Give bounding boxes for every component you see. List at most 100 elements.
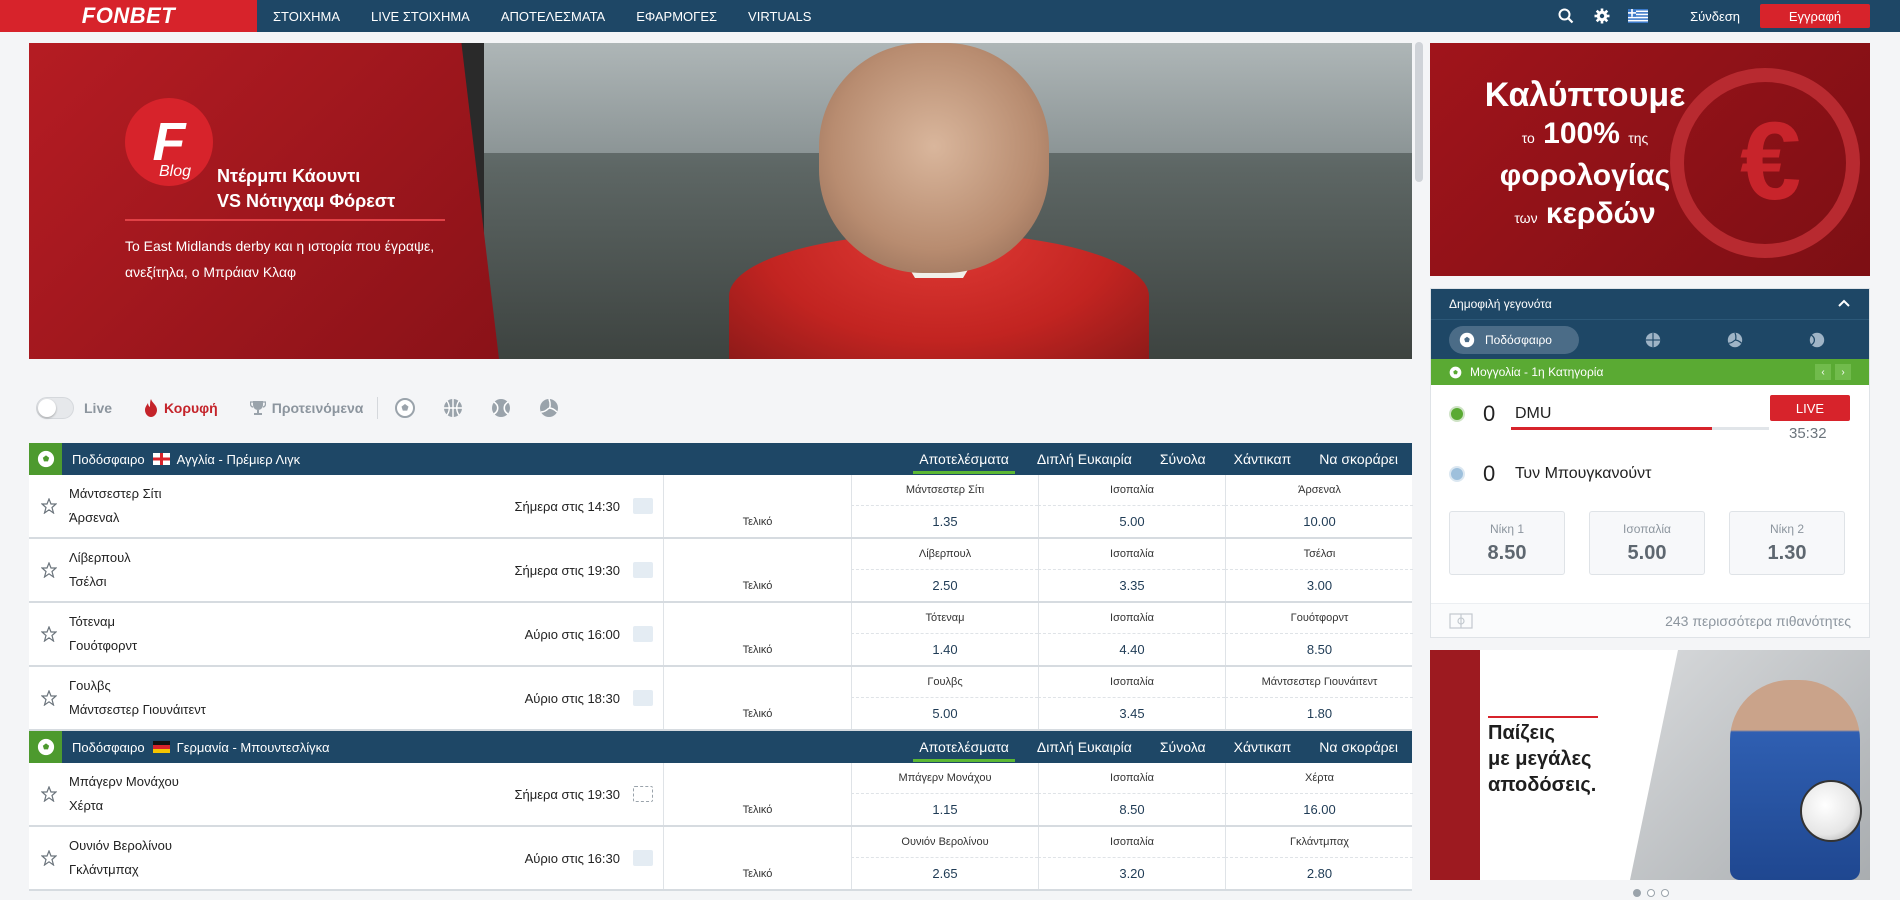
star-icon[interactable] [29,475,69,537]
odd-draw[interactable]: 4.40 [1038,634,1225,665]
stream-icon[interactable] [633,498,653,514]
odd-away[interactable]: 1.80 [1225,698,1413,729]
chevron-up-icon[interactable] [1837,297,1851,311]
tab-double-chance[interactable]: Διπλή Ευκαιρία [1037,443,1132,475]
fonbet-logo[interactable]: FONBET [0,0,257,32]
main-nav: ΣΤΟΙΧΗΜΑ LIVE ΣΤΟΙΧΗΜΑ ΑΠΟΤΕΛΕΣΜΑΤΑ ΕΦΑΡ… [273,9,842,24]
nav-apps[interactable]: ΕΦΑΡΜΟΓΕΣ [636,9,717,24]
greek-flag-icon[interactable] [1620,0,1656,32]
tennis-icon[interactable] [1809,332,1825,348]
more-odds-link[interactable]: 243 περισσότερα πιθανότητες [1665,613,1851,629]
match-row[interactable]: Λίβερπουλ Τσέλσι Σήμερα στις 19:30 Τελικ… [29,539,1413,603]
chevron-left-icon[interactable]: ‹ [1815,364,1831,380]
odd-away[interactable]: 2.80 [1225,858,1413,889]
odd-home[interactable]: 1.15 [851,794,1038,825]
outcome-away-label: Μάντσεστερ Γιουνάιτεντ [1225,667,1413,698]
tab-double-chance[interactable]: Διπλή Ευκαιρία [1037,731,1132,763]
scrollbar-thumb[interactable] [1415,42,1423,182]
nav-results[interactable]: ΑΠΟΤΕΛΕΣΜΑΤΑ [501,9,605,24]
star-icon[interactable] [29,539,69,601]
tab-totals[interactable]: Σύνολα [1160,443,1206,475]
live-match[interactable]: 0 DMU LIVE 35:32 0 Τυν Μπουγκανούντ [1431,385,1869,503]
tab-totals[interactable]: Σύνολα [1160,731,1206,763]
football-icon[interactable] [392,395,418,421]
odd-draw[interactable]: 8.50 [1038,794,1225,825]
tennis-icon[interactable] [488,395,514,421]
stream-icon[interactable] [633,850,653,866]
tab-to-score[interactable]: Να σκοράρει [1319,443,1398,475]
field-icon[interactable] [1449,612,1473,629]
odd-draw[interactable]: 3.45 [1038,698,1225,729]
hero-banner[interactable]: F Blog Ντέρμπι Κάουντι VS Νότιγχαμ Φόρεσ… [29,43,1412,359]
carousel-dot[interactable] [1661,889,1669,897]
market-block: Τελικό Ουνιόν Βερολίνου Ισοπαλία Γκλάντμ… [663,827,1413,889]
search-icon[interactable] [1548,0,1584,32]
stream-icon[interactable] [633,786,653,802]
live-label[interactable]: Live [84,400,112,416]
chevron-right-icon[interactable]: › [1835,364,1851,380]
odd-away[interactable]: 10.00 [1225,506,1413,537]
home-team: DMU [1515,405,1552,422]
popular-events-widget: Δημοφιλή γεγονότα Ποδόσφαιρο Μογγολία - … [1430,288,1870,638]
basketball-icon[interactable] [440,395,466,421]
filter-recommended[interactable]: Προτεινόμενα [272,400,364,416]
odd-away[interactable]: 8.50 [1225,634,1413,665]
basketball-icon[interactable] [1645,332,1661,348]
stream-icon[interactable] [633,562,653,578]
nav-virtuals[interactable]: VIRTUALS [748,9,811,24]
odd-win-2[interactable]: Νίκη 2 1.30 [1729,511,1845,575]
tab-handicap[interactable]: Χάντικαπ [1234,731,1292,763]
nav-betting[interactable]: ΣΤΟΙΧΗΜΑ [273,9,340,24]
tab-results[interactable]: Αποτελέσματα [913,731,1015,763]
player-image [1730,680,1860,880]
tab-results[interactable]: Αποτελέσματα [913,443,1015,475]
filter-top[interactable]: Κορυφή [164,400,218,416]
odd-away[interactable]: 16.00 [1225,794,1413,825]
odd-draw[interactable]: Ισοπαλία 5.00 [1589,511,1705,575]
odd-home[interactable]: 1.40 [851,634,1038,665]
league-header[interactable]: Ποδόσφαιρο Γερμανία - Μπουντεσλίγκα Αποτ… [29,731,1412,763]
market-label: Τελικό [742,579,773,592]
star-icon[interactable] [29,827,69,889]
star-icon[interactable] [29,603,69,665]
odd-away[interactable]: 3.00 [1225,570,1413,601]
league-name: Γερμανία - Μπουντεσλίγκα [176,739,330,755]
stream-icon[interactable] [633,690,653,706]
league-header[interactable]: Ποδόσφαιρο Αγγλία - Πρέμιερ Λιγκ Αποτελέ… [29,443,1412,475]
popular-header[interactable]: Δημοφιλή γεγονότα [1431,289,1869,319]
away-team: Τυν Μπουγκανούντ [1515,465,1652,482]
match-row[interactable]: Μπάγερν Μονάχου Χέρτα Σήμερα στις 19:30 … [29,763,1413,827]
volleyball-icon[interactable] [536,395,562,421]
login-link[interactable]: Σύνδεση [1690,9,1740,24]
odd-home[interactable]: 5.00 [851,698,1038,729]
live-toggle[interactable] [36,397,74,419]
carousel-dot[interactable] [1647,889,1655,897]
volleyball-icon[interactable] [1727,332,1743,348]
tab-to-score[interactable]: Να σκοράρει [1319,731,1398,763]
tax-promo-banner[interactable]: € Καλύπτουμε το 100% της φορολογίας των … [1430,43,1870,276]
odd-draw[interactable]: 3.20 [1038,858,1225,889]
carousel-dot[interactable] [1633,889,1641,897]
odd-draw[interactable]: 5.00 [1038,506,1225,537]
football-icon [29,731,62,763]
gear-icon[interactable] [1584,0,1620,32]
star-icon[interactable] [29,667,69,729]
odd-home[interactable]: 2.50 [851,570,1038,601]
match-row[interactable]: Ουνιόν Βερολίνου Γκλάντμπαχ Αύριο στις 1… [29,827,1413,891]
odds-promo-banner[interactable]: Παίζεις με μεγάλες αποδόσεις. [1430,650,1870,880]
nav-live-betting[interactable]: LIVE ΣΤΟΙΧΗΜΑ [371,9,470,24]
odd-home[interactable]: 1.35 [851,506,1038,537]
sport-pill-football[interactable]: Ποδόσφαιρο [1449,325,1579,354]
stream-icon[interactable] [633,626,653,642]
match-row[interactable]: Μάντσεστερ Σίτι Άρσεναλ Σήμερα στις 14:3… [29,475,1413,539]
odd-draw[interactable]: 3.35 [1038,570,1225,601]
odd-home[interactable]: 2.65 [851,858,1038,889]
star-icon[interactable] [29,763,69,825]
tab-handicap[interactable]: Χάντικαπ [1234,443,1292,475]
match-row[interactable]: Γουλβς Μάντσεστερ Γιουνάιτεντ Αύριο στις… [29,667,1413,731]
hero-description: To East Midlands derby και η ιστορία που… [125,238,435,280]
home-team: Ουνιόν Βερολίνου [69,838,173,853]
match-row[interactable]: Τότεναμ Γουότφορντ Αύριο στις 16:00 Τελι… [29,603,1413,667]
register-button[interactable]: Εγγραφή [1760,4,1870,28]
odd-win-1[interactable]: Νίκη 1 8.50 [1449,511,1565,575]
